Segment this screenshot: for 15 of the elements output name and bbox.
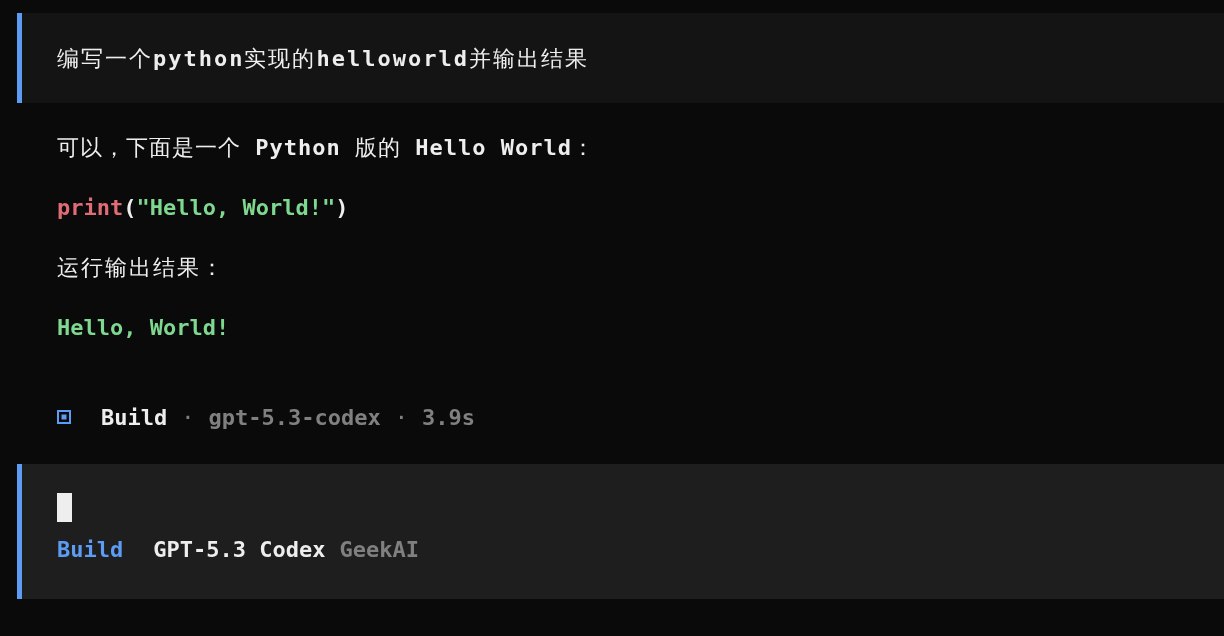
duration: 3.9s (421, 403, 475, 432)
model-label[interactable]: GPT-5.3 Codex (153, 532, 326, 566)
agent-label: Build (101, 403, 168, 432)
model-name: gpt-5.3-codex (208, 403, 381, 432)
output-label: 运行输出结果： (57, 253, 225, 282)
separator-dot: · (394, 403, 408, 432)
output-text: Hello, World! (57, 313, 230, 342)
prompt-input[interactable]: Build GPT-5.3 Codex GeekAI (17, 464, 1224, 599)
provider-label: GeekAI (339, 535, 419, 564)
code-line: print("Hello, World!") (57, 193, 349, 222)
mode-label[interactable]: Build (57, 532, 124, 566)
text-cursor (57, 493, 72, 522)
separator-dot: · (181, 403, 195, 432)
square-icon (57, 410, 71, 424)
response-text: 可以，下面是一个 Python 版的 Hello World： (57, 133, 595, 162)
